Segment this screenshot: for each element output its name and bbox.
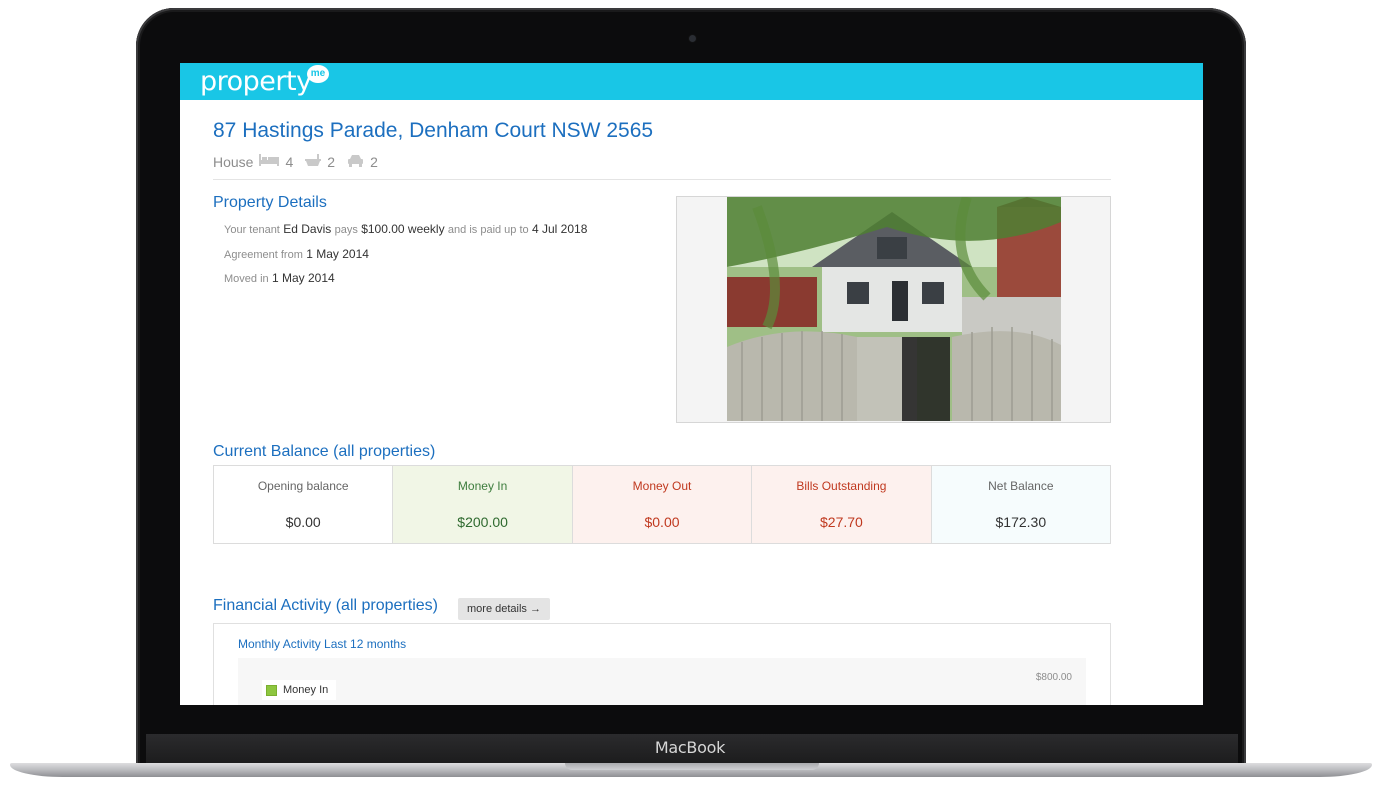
money-in-label: Money In: [457, 479, 508, 493]
camera-icon: [689, 35, 696, 42]
opening-balance-value: $0.00: [285, 514, 321, 530]
money-in-swatch: [266, 684, 277, 696]
app-logo[interactable]: property: [200, 66, 312, 97]
screen: property me 87 Hastings Parade, Denham C…: [180, 63, 1203, 705]
property-details-title: Property Details: [213, 194, 327, 211]
bills-outstanding-label: Bills Outstanding: [796, 479, 887, 493]
device-brand-label: MacBook: [654, 738, 726, 757]
tenant-prefix: Your tenant: [224, 224, 280, 236]
divider: [213, 179, 1111, 180]
car-icon: [347, 154, 364, 170]
bills-outstanding-value: $27.70: [820, 514, 863, 530]
bedroom-count: 4: [285, 153, 294, 170]
current-balance-title: Current Balance (all properties): [213, 443, 436, 460]
agreement-line: Agreement from 1 May 2014: [224, 247, 369, 261]
money-out-value: $0.00: [644, 514, 680, 530]
paid-up-text: and is paid up to: [447, 224, 529, 236]
activity-panel: Monthly Activity Last 12 months $800.00 …: [213, 623, 1111, 705]
balance-cell-opening: Opening balance $0.00: [214, 466, 394, 543]
activity-chart: $800.00 Money In: [238, 658, 1086, 705]
balance-cell-net: Net Balance $172.30: [931, 466, 1111, 543]
property-type: House: [213, 153, 254, 170]
net-balance-value: $172.30: [995, 514, 1047, 530]
property-photo-frame: [676, 196, 1111, 423]
monthly-activity-title: Monthly Activity Last 12 months: [238, 637, 407, 651]
legend-money-in: Money In: [283, 684, 329, 696]
bed-icon: [259, 153, 280, 170]
balance-table: Opening balance $0.00 Money In $200.00 M…: [213, 465, 1111, 544]
tenant-line: Your tenant Ed Davis pays $100.00 weekly…: [224, 222, 587, 236]
property-address: 87 Hastings Parade, Denham Court NSW 256…: [213, 119, 654, 142]
pays-text: pays: [334, 224, 358, 236]
rent-amount: $100.00 weekly: [361, 222, 445, 236]
agreement-date: 1 May 2014: [306, 247, 369, 261]
top-navigation-bar: property me: [180, 63, 1203, 100]
balance-cell-money-out: Money Out $0.00: [572, 466, 753, 543]
laptop-notch: [565, 763, 819, 770]
agreement-label: Agreement from: [224, 249, 303, 261]
opening-balance-label: Opening balance: [257, 479, 349, 493]
tenant-name[interactable]: Ed Davis: [283, 222, 331, 236]
car-space-count: 2: [370, 153, 378, 170]
y-axis-top-label: $800.00: [1035, 672, 1072, 683]
more-details-button[interactable]: more details →: [458, 598, 550, 620]
financial-activity-title: Financial Activity (all properties): [213, 597, 438, 614]
paid-up-date: 4 Jul 2018: [532, 222, 588, 236]
net-balance-label: Net Balance: [988, 479, 1054, 493]
moved-in-date: 1 May 2014: [271, 271, 335, 285]
balance-cell-bills: Bills Outstanding $27.70: [752, 466, 932, 543]
chart-legend[interactable]: Money In: [262, 680, 337, 700]
app-logo-badge: me: [307, 65, 329, 83]
property-photo[interactable]: [727, 197, 1061, 421]
balance-cell-money-in: Money In $200.00: [393, 466, 573, 543]
moved-in-line: Moved in 1 May 2014: [224, 271, 335, 285]
moved-in-label: Moved in: [224, 273, 269, 285]
bath-icon: [305, 153, 322, 170]
money-out-label: Money Out: [632, 479, 692, 493]
property-summary: House 4 2 2: [213, 153, 384, 170]
money-in-value: $200.00: [457, 514, 508, 530]
bathroom-count: 2: [327, 153, 336, 170]
